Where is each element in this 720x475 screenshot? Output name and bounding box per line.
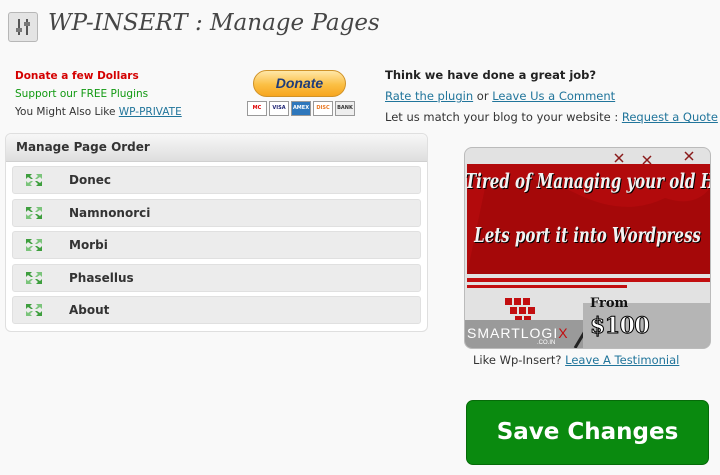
settings-sliders-icon: [8, 12, 38, 42]
testimonial-prompt: Like Wp-Insert? Leave A Testimonial: [473, 353, 679, 367]
list-item[interactable]: About: [12, 296, 421, 324]
visa-icon: VISA: [269, 101, 289, 116]
testimonial-text: Like Wp-Insert?: [473, 353, 562, 367]
smartlogix-logo: SMARTLOGIX: [467, 325, 569, 341]
smartlogix-ad-banner[interactable]: Tired of Managing your old HTML site? Le…: [464, 147, 711, 349]
discover-icon: DISC: [313, 101, 333, 116]
move-arrows-icon: [26, 239, 42, 251]
list-item-label: Morbi: [69, 238, 108, 252]
list-item[interactable]: Namnonorci: [12, 198, 421, 227]
leave-testimonial-link[interactable]: Leave A Testimonial: [565, 353, 679, 367]
match-blog-text: Let us match your blog to your website :: [385, 110, 619, 124]
wp-private-link[interactable]: WP-PRIVATE: [119, 106, 182, 118]
logo-x: X: [558, 325, 569, 341]
manage-page-order-panel: Manage Page Order Donec Namnonorci Morbi…: [5, 133, 428, 332]
ad-price: $100: [589, 313, 650, 340]
feedback-info: Think we have done a great job? Rate the…: [385, 65, 718, 128]
or-text: or: [476, 89, 489, 103]
amex-icon: AMEX: [291, 101, 311, 116]
move-arrows-icon: [26, 304, 42, 316]
ad-subheadline: Lets port it into Wordpress: [474, 222, 701, 248]
bank-icon: BANK: [335, 101, 355, 116]
list-item-label: About: [69, 303, 110, 317]
list-item[interactable]: Phasellus: [12, 263, 421, 292]
save-changes-button[interactable]: Save Changes: [466, 400, 709, 465]
ad-headline: Tired of Managing your old HTML site?: [465, 168, 710, 194]
donate-info: Donate a few Dollars Support our FREE Pl…: [15, 67, 182, 121]
list-item-label: Donec: [69, 173, 111, 187]
mastercard-icon: MC: [247, 101, 267, 116]
feedback-headline: Think we have done a great job?: [385, 68, 597, 82]
support-text: Support our FREE Plugins: [15, 88, 149, 100]
page-title: WP-INSERT : Manage Pages: [48, 10, 380, 36]
also-like-text: You Might Also Like: [15, 106, 116, 118]
logo-domain: .CO.IN: [537, 340, 556, 346]
logo-prefix: SMARTLOGI: [467, 325, 559, 341]
page-order-list: Donec Namnonorci Morbi Phasellus About: [6, 162, 427, 324]
donate-button[interactable]: Donate: [253, 70, 346, 97]
payment-cards: MC VISA AMEX DISC BANK: [247, 101, 355, 116]
request-quote-link[interactable]: Request a Quote: [622, 110, 718, 124]
list-item-label: Namnonorci: [69, 205, 151, 220]
list-item[interactable]: Morbi: [12, 231, 421, 259]
move-arrows-icon: [26, 174, 42, 186]
leave-comment-link[interactable]: Leave Us a Comment: [492, 89, 615, 103]
panel-title: Manage Page Order: [6, 134, 427, 162]
donate-text: Donate a few Dollars: [15, 70, 139, 82]
rate-plugin-link[interactable]: Rate the plugin: [385, 89, 473, 103]
list-item-label: Phasellus: [69, 270, 134, 285]
move-arrows-icon: [26, 206, 42, 219]
move-arrows-icon: [26, 271, 42, 284]
ad-from-label: From: [590, 296, 629, 311]
list-item[interactable]: Donec: [12, 166, 421, 194]
